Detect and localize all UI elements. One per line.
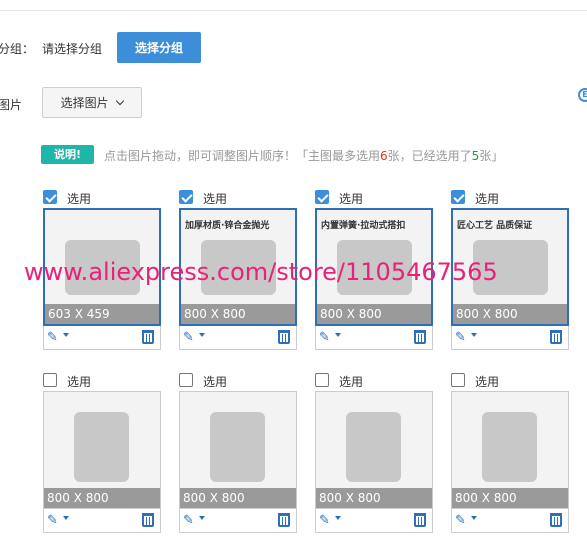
product-image: [74, 412, 129, 482]
product-image: [346, 412, 401, 482]
card-toolbar: ✎: [315, 509, 433, 533]
trash-icon[interactable]: [142, 330, 154, 344]
notice-text-middle: 张，已经选用了: [387, 149, 472, 163]
image-card[interactable]: 选用 800 X 800 ✎: [315, 373, 433, 533]
card-toolbar: ✎: [43, 509, 161, 533]
magic-wand-icon[interactable]: ✎: [319, 513, 330, 528]
image-size: 800 X 800: [44, 488, 160, 508]
notice-badge: 说明!: [41, 145, 94, 164]
notice-text: 点击图片拖动，即可调整图片顺序！「主图最多选用6张，已经选用了5张」: [104, 147, 503, 164]
thumbnail-caption: 内置弹簧·拉动式搭扣: [321, 221, 406, 231]
select-label: 选用: [339, 192, 364, 206]
select-checkbox[interactable]: [315, 373, 329, 387]
select-images-button[interactable]: 选择图片: [42, 87, 142, 118]
chevron-down-icon: [116, 96, 125, 106]
select-checkbox[interactable]: [451, 373, 465, 387]
product-thumbnail[interactable]: 800 X 800: [315, 391, 433, 509]
image-card[interactable]: 选用 800 X 800 ✎: [43, 373, 161, 533]
image-card[interactable]: 选用 800 X 800 ✎: [451, 373, 569, 533]
select-checkbox[interactable]: [43, 190, 57, 204]
product-thumbnail[interactable]: 匠心工艺 品质保证 800 X 800: [451, 208, 569, 326]
image-size: 800 X 800: [452, 488, 568, 508]
magic-wand-icon[interactable]: ✎: [183, 513, 194, 528]
select-group-button[interactable]: 选择分组: [117, 32, 201, 63]
notice-text-after: 张」: [479, 149, 504, 163]
select-checkbox[interactable]: [43, 373, 57, 387]
notice-text-before: 点击图片拖动，即可调整图片顺序！「主图最多选用: [104, 149, 381, 163]
card-toolbar: ✎: [179, 509, 297, 533]
magic-wand-icon[interactable]: ✎: [47, 330, 58, 345]
select-label: 选用: [339, 375, 364, 389]
card-toolbar: ✎: [315, 326, 433, 350]
images-label: 图片: [0, 98, 23, 112]
select-checkbox[interactable]: [179, 190, 193, 204]
notice-max: 6: [380, 149, 388, 163]
image-size: 603 X 459: [45, 304, 159, 324]
card-toolbar: ✎: [43, 326, 161, 350]
magic-wand-icon[interactable]: ✎: [455, 513, 466, 528]
caret-down-icon[interactable]: [335, 333, 341, 337]
select-label: 选用: [475, 192, 500, 206]
select-label: 选用: [67, 192, 92, 206]
magic-wand-icon[interactable]: ✎: [319, 330, 330, 345]
select-label: 选用: [475, 375, 500, 389]
trash-icon[interactable]: [414, 513, 426, 527]
image-size: 800 X 800: [180, 488, 296, 508]
edit-icon[interactable]: E: [578, 88, 587, 102]
caret-down-icon[interactable]: [335, 516, 341, 520]
select-label: 选用: [203, 192, 228, 206]
trash-icon[interactable]: [550, 513, 562, 527]
thumbnail-caption: 加厚材质·锌合金抛光: [185, 221, 270, 231]
product-image: [337, 240, 412, 295]
image-card[interactable]: 选用 800 X 800 ✎: [179, 373, 297, 533]
card-toolbar: ✎: [179, 326, 297, 350]
product-image: [482, 412, 537, 482]
select-label: 选用: [67, 375, 92, 389]
image-card[interactable]: 选用加厚材质·锌合金抛光 800 X 800 ✎: [179, 190, 297, 350]
product-image: [65, 240, 140, 295]
select-checkbox[interactable]: [315, 190, 329, 204]
image-size: 800 X 800: [316, 488, 432, 508]
image-card[interactable]: 选用 603 X 459 ✎: [43, 190, 161, 350]
group-label: 分组：: [0, 42, 35, 56]
group-placeholder: 请选择分组: [42, 42, 103, 56]
caret-down-icon[interactable]: [471, 333, 477, 337]
magic-wand-icon[interactable]: ✎: [455, 330, 466, 345]
caret-down-icon[interactable]: [471, 516, 477, 520]
caret-down-icon[interactable]: [199, 333, 205, 337]
trash-icon[interactable]: [414, 330, 426, 344]
thumbnail-caption: 匠心工艺 品质保证: [457, 221, 533, 231]
image-size: 800 X 800: [181, 304, 295, 324]
product-image: [473, 240, 548, 295]
image-size: 800 X 800: [317, 304, 431, 324]
image-size: 800 X 800: [453, 304, 567, 324]
magic-wand-icon[interactable]: ✎: [183, 330, 194, 345]
product-thumbnail[interactable]: 603 X 459: [43, 208, 161, 326]
product-thumbnail[interactable]: 加厚材质·锌合金抛光 800 X 800: [179, 208, 297, 326]
caret-down-icon[interactable]: [63, 516, 69, 520]
select-label: 选用: [203, 375, 228, 389]
trash-icon[interactable]: [550, 330, 562, 344]
trash-icon[interactable]: [278, 513, 290, 527]
trash-icon[interactable]: [142, 513, 154, 527]
card-toolbar: ✎: [451, 326, 569, 350]
select-images-label: 选择图片: [60, 96, 109, 110]
product-image: [210, 412, 265, 482]
trash-icon[interactable]: [278, 330, 290, 344]
card-toolbar: ✎: [451, 509, 569, 533]
product-thumbnail[interactable]: 800 X 800: [179, 391, 297, 509]
product-thumbnail[interactable]: 内置弹簧·拉动式搭扣 800 X 800: [315, 208, 433, 326]
product-image: [201, 240, 276, 295]
select-checkbox[interactable]: [451, 190, 465, 204]
caret-down-icon[interactable]: [199, 516, 205, 520]
magic-wand-icon[interactable]: ✎: [47, 513, 58, 528]
image-card[interactable]: 选用匠心工艺 品质保证 800 X 800 ✎: [451, 190, 569, 350]
image-card[interactable]: 选用内置弹簧·拉动式搭扣 800 X 800 ✎: [315, 190, 433, 350]
product-thumbnail[interactable]: 800 X 800: [451, 391, 569, 509]
caret-down-icon[interactable]: [63, 333, 69, 337]
select-checkbox[interactable]: [179, 373, 193, 387]
product-thumbnail[interactable]: 800 X 800: [43, 391, 161, 509]
top-divider: [0, 10, 587, 11]
